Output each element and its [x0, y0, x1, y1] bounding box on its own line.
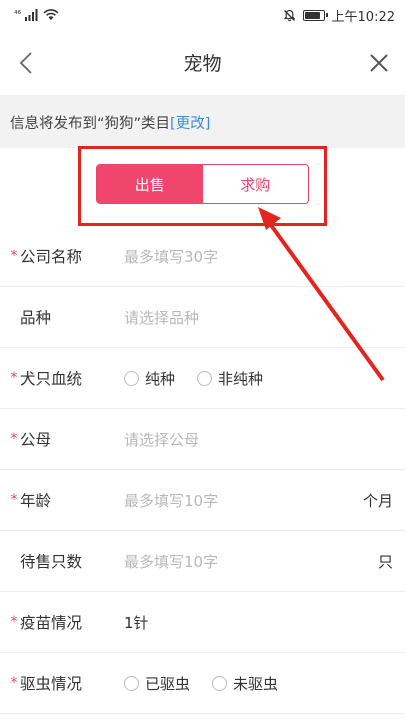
- form-row-age[interactable]: * 年龄 最多填写10字 个月: [0, 470, 405, 531]
- form-row-vaccine[interactable]: * 疫苗情况 1针: [0, 592, 405, 653]
- company-input[interactable]: 最多填写30字: [124, 246, 218, 267]
- close-icon: [370, 53, 388, 72]
- radio-circle-icon: [212, 675, 228, 691]
- breed-label: 品种: [20, 309, 52, 327]
- form-row-bloodline: * 犬只血统 纯种 非纯种: [0, 348, 405, 409]
- chevron-left-icon: [19, 51, 32, 74]
- bloodline-label: 犬只血统: [20, 370, 83, 388]
- signal-label: ⁴⁶: [14, 10, 22, 20]
- wifi-icon: [43, 9, 59, 20]
- age-unit: 个月: [362, 491, 393, 510]
- form-row-quantity[interactable]: 待售只数 最多填写10字 只: [0, 531, 405, 592]
- required-mark: *: [10, 370, 18, 386]
- radio-non-purebred-label: 非纯种: [218, 369, 264, 388]
- breed-select[interactable]: 请选择品种: [124, 307, 199, 328]
- radio-not-dewormed[interactable]: 未驱虫: [212, 673, 278, 694]
- radio-circle-icon: [197, 370, 213, 386]
- vaccine-label: 疫苗情况: [20, 614, 83, 632]
- form-row-deworm: * 驱虫情况 已驱虫 未驱虫: [0, 653, 405, 714]
- clock: 上午10:22: [331, 9, 395, 25]
- required-mark: *: [10, 248, 18, 264]
- status-left: ⁴⁶: [14, 9, 59, 21]
- radio-dewormed[interactable]: 已驱虫: [124, 673, 190, 694]
- back-button[interactable]: [8, 45, 44, 81]
- vaccine-select[interactable]: 1针: [124, 612, 149, 633]
- age-label: 年龄: [20, 492, 52, 510]
- gender-select[interactable]: 请选择公母: [124, 429, 199, 450]
- nav-bar: 宠物: [0, 30, 405, 96]
- tab-sell[interactable]: 出售: [97, 165, 203, 203]
- form-row-breed[interactable]: 品种 请选择品种: [0, 287, 405, 348]
- radio-not-dewormed-label: 未驱虫: [233, 674, 279, 693]
- battery-icon: [302, 9, 328, 21]
- form-row-company[interactable]: * 公司名称 最多填写30字: [0, 226, 405, 287]
- required-mark: *: [10, 431, 18, 447]
- radio-circle-icon: [124, 675, 139, 691]
- required-mark: *: [10, 614, 18, 630]
- quantity-label: 待售只数: [20, 553, 83, 571]
- change-category-link[interactable]: [更改]: [170, 112, 210, 133]
- category-info-bar: 信息将发布到“狗狗”类目 [更改]: [0, 96, 405, 148]
- bloodline-radio-group: 纯种 非纯种: [124, 368, 263, 389]
- company-label: 公司名称: [20, 248, 83, 266]
- age-input[interactable]: 最多填写10字: [124, 490, 218, 511]
- radio-purebred-label: 纯种: [145, 369, 176, 388]
- mute-bell-icon: [283, 9, 295, 21]
- radio-purebred[interactable]: 纯种: [124, 368, 175, 389]
- required-mark: *: [10, 675, 18, 691]
- signal-icon: [25, 9, 38, 21]
- required-mark: *: [10, 492, 18, 508]
- form: * 公司名称 最多填写30字 品种 请选择品种 * 犬只血统 纯种 非纯种 * …: [0, 226, 405, 714]
- close-button[interactable]: [361, 45, 397, 81]
- radio-dewormed-label: 已驱虫: [145, 674, 191, 693]
- form-row-gender[interactable]: * 公母 请选择公母: [0, 409, 405, 470]
- page-title: 宠物: [183, 53, 222, 75]
- deworm-label: 驱虫情况: [20, 675, 83, 693]
- sell-buy-segment: 出售 求购: [96, 164, 309, 204]
- radio-circle-icon: [124, 370, 139, 386]
- status-right: 上午10:22: [283, 6, 395, 25]
- quantity-unit: 只: [377, 552, 393, 571]
- status-bar: ⁴⁶ 上午10:22: [0, 0, 405, 30]
- tab-buy[interactable]: 求购: [202, 165, 308, 203]
- quantity-input[interactable]: 最多填写10字: [124, 551, 218, 572]
- category-info-text: 信息将发布到“狗狗”类目: [10, 115, 171, 132]
- radio-non-purebred[interactable]: 非纯种: [197, 368, 263, 389]
- deworm-radio-group: 已驱虫 未驱虫: [124, 673, 278, 694]
- gender-label: 公母: [20, 431, 52, 449]
